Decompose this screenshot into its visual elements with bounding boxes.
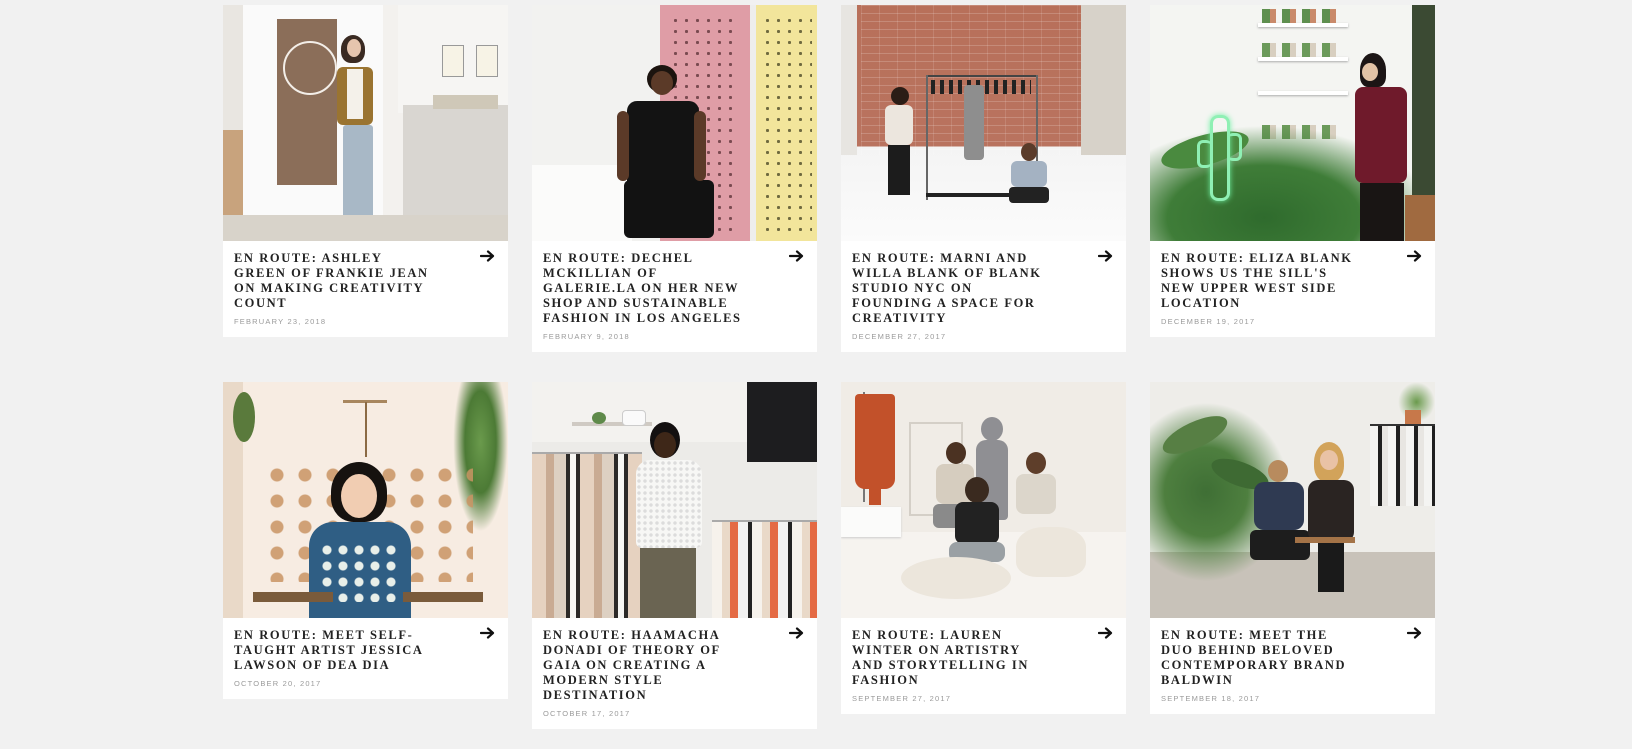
article-date: December 27, 2017 xyxy=(852,332,947,341)
article-caption: En Route: Meet the Duo Behind Beloved Co… xyxy=(1150,618,1435,714)
arrow-right-icon[interactable] xyxy=(789,249,805,263)
article-photo[interactable] xyxy=(223,382,508,618)
article-title[interactable]: En Route: Eliza Blank Shows Us the Sill'… xyxy=(1161,251,1361,311)
article-caption: En Route: Lauren Winter on Artistry and … xyxy=(841,618,1126,714)
article-date: December 19, 2017 xyxy=(1161,317,1256,326)
article-photo[interactable] xyxy=(1150,382,1435,618)
article-grid: En Route: Ashley Green of Frankie Jean o… xyxy=(223,5,1435,749)
article-date: October 17, 2017 xyxy=(543,709,631,718)
article-link[interactable] xyxy=(841,382,1126,618)
article-card: En Route: Lauren Winter on Artistry and … xyxy=(841,382,1126,749)
article-title[interactable]: En Route: Meet the Duo Behind Beloved Co… xyxy=(1161,628,1361,688)
article-photo[interactable] xyxy=(841,382,1126,618)
arrow-right-icon[interactable] xyxy=(1407,626,1423,640)
door-sign-logo xyxy=(283,41,337,95)
article-link[interactable] xyxy=(1150,5,1435,241)
arrow-right-icon[interactable] xyxy=(1407,249,1423,263)
article-card: En Route: Meet Self-Taught Artist Jessic… xyxy=(223,382,508,749)
article-caption: En Route: Haamacha Donadi of Theory of G… xyxy=(532,618,817,729)
article-card: En Route: Dechel McKillian of Galerie.LA… xyxy=(532,5,817,372)
article-date: September 27, 2017 xyxy=(852,694,952,703)
article-date: October 20, 2017 xyxy=(234,679,322,688)
article-link[interactable] xyxy=(841,5,1126,241)
article-link[interactable] xyxy=(223,5,508,241)
article-link[interactable] xyxy=(532,5,817,241)
article-caption: En Route: Ashley Green of Frankie Jean o… xyxy=(223,241,508,337)
article-photo[interactable] xyxy=(841,5,1126,241)
article-title[interactable]: En Route: Haamacha Donadi of Theory of G… xyxy=(543,628,743,703)
article-photo[interactable] xyxy=(532,382,817,618)
article-caption: En Route: Meet Self-Taught Artist Jessic… xyxy=(223,618,508,699)
article-caption: En Route: Marni and Willa Blank of Blank… xyxy=(841,241,1126,352)
article-title[interactable]: En Route: Marni and Willa Blank of Blank… xyxy=(852,251,1052,326)
article-card: En Route: Eliza Blank Shows Us the Sill'… xyxy=(1150,5,1435,372)
article-date: February 23, 2018 xyxy=(234,317,327,326)
article-title[interactable]: En Route: Dechel McKillian of Galerie.LA… xyxy=(543,251,743,326)
article-date: February 9, 2018 xyxy=(543,332,630,341)
arrow-right-icon[interactable] xyxy=(789,626,805,640)
article-title[interactable]: En Route: Lauren Winter on Artistry and … xyxy=(852,628,1052,688)
article-photo[interactable] xyxy=(532,5,817,241)
article-card: En Route: Ashley Green of Frankie Jean o… xyxy=(223,5,508,372)
arrow-right-icon[interactable] xyxy=(1098,249,1114,263)
arrow-right-icon[interactable] xyxy=(1098,626,1114,640)
article-link[interactable] xyxy=(223,382,508,618)
article-card: En Route: Haamacha Donadi of Theory of G… xyxy=(532,382,817,749)
article-link[interactable] xyxy=(532,382,817,618)
article-card: En Route: Marni and Willa Blank of Blank… xyxy=(841,5,1126,372)
article-link[interactable] xyxy=(1150,382,1435,618)
arrow-right-icon[interactable] xyxy=(480,249,496,263)
article-title[interactable]: En Route: Meet Self-Taught Artist Jessic… xyxy=(234,628,434,673)
article-card: En Route: Meet the Duo Behind Beloved Co… xyxy=(1150,382,1435,749)
article-date: September 18, 2017 xyxy=(1161,694,1261,703)
article-photo[interactable] xyxy=(1150,5,1435,241)
article-title[interactable]: En Route: Ashley Green of Frankie Jean o… xyxy=(234,251,434,311)
arrow-right-icon[interactable] xyxy=(480,626,496,640)
article-caption: En Route: Eliza Blank Shows Us the Sill'… xyxy=(1150,241,1435,337)
article-photo[interactable] xyxy=(223,5,508,241)
article-caption: En Route: Dechel McKillian of Galerie.LA… xyxy=(532,241,817,352)
